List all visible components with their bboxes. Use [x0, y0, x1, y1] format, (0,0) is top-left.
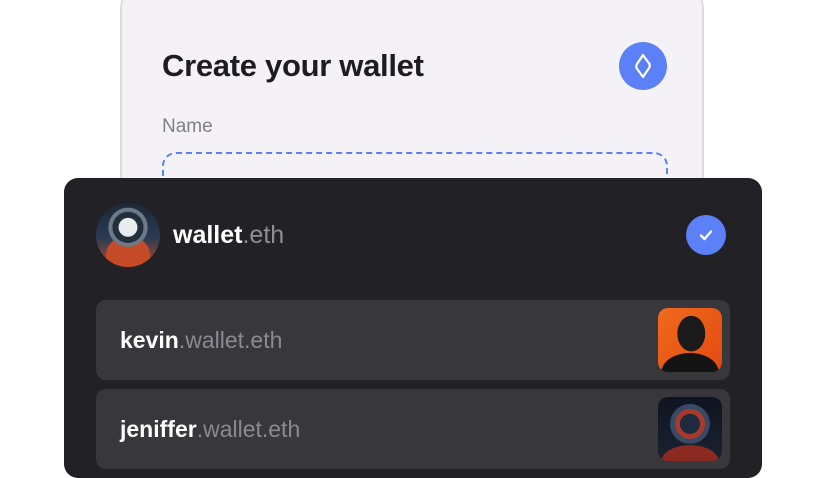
- avatar: [658, 308, 722, 372]
- subname-suffix: .wallet.eth: [196, 415, 301, 442]
- ens-logo-icon: [619, 42, 667, 90]
- avatar: [658, 397, 722, 461]
- selected-wallet-row[interactable]: wallet.eth: [96, 202, 730, 268]
- subname-row-jeniffer[interactable]: jeniffer.wallet.eth: [96, 389, 730, 469]
- subname-suffix: .wallet.eth: [178, 326, 283, 353]
- subname-label: jeniffer.wallet.eth: [120, 416, 300, 443]
- wallet-picker-panel: wallet.eth kevin.wallet.eth jeniffer.wal…: [64, 178, 762, 478]
- subname-name: kevin: [120, 326, 179, 353]
- wallet-name: wallet: [173, 220, 243, 249]
- subname-name: jeniffer: [120, 415, 197, 442]
- subname-row-kevin[interactable]: kevin.wallet.eth: [96, 300, 730, 380]
- selected-wallet-name: wallet.eth: [173, 221, 284, 250]
- page-title: Create your wallet: [162, 48, 424, 83]
- subname-label: kevin.wallet.eth: [120, 327, 282, 354]
- checkmark-icon[interactable]: [686, 215, 726, 255]
- name-field-label: Name: [162, 116, 213, 137]
- avatar: [96, 203, 160, 267]
- wallet-suffix: .eth: [242, 220, 285, 249]
